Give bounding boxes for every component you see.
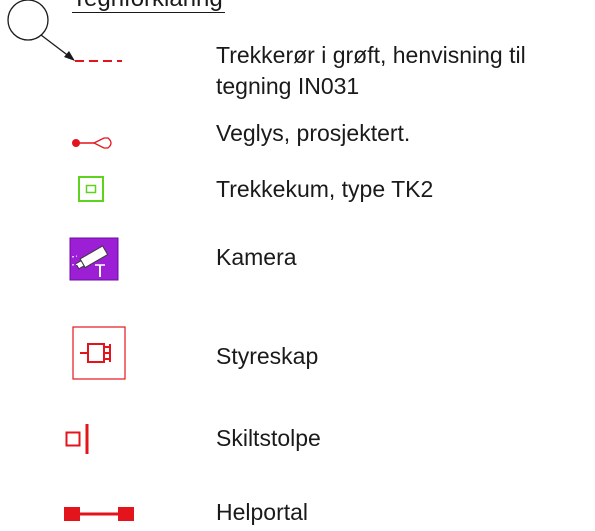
veglys-symbol [72, 137, 112, 149]
trekkeror-i-groft-symbol [7, 0, 122, 62]
skiltstolpe-label: Skiltstolpe [216, 425, 321, 451]
helportal-symbol [64, 507, 134, 521]
kamera-symbol [69, 237, 119, 281]
trekkeror-label-line-2: tegning IN031 [216, 73, 360, 99]
styreskap-symbol [72, 326, 126, 380]
kamera-label: Kamera [216, 244, 297, 270]
styreskap-label: Styreskap [216, 343, 319, 369]
skiltstolpe-symbol [65, 424, 89, 454]
trekkekum-label: Trekkekum, type TK2 [216, 176, 434, 202]
helportal-label: Helportal [216, 499, 309, 525]
trekkekum-symbol [78, 176, 104, 202]
veglys-label: Veglys, prosjektert. [216, 120, 411, 146]
trekkeror-label-line-1: Trekkerør i grøft, henvisning til [216, 42, 526, 68]
trekkeror-label: Trekkerør i grøft, henvisning til tegnin… [216, 40, 526, 102]
